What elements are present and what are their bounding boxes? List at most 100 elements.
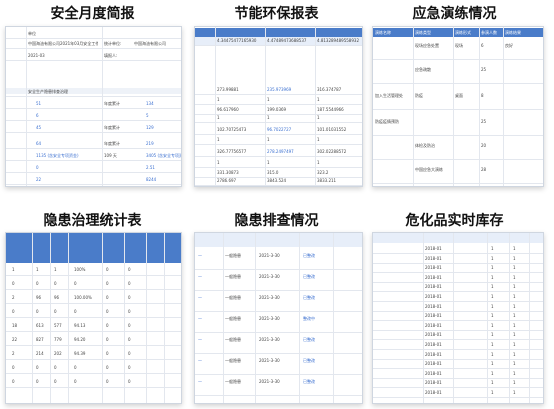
- stock-cell: 2018-01: [425, 322, 442, 328]
- stat-cell: 0: [128, 295, 131, 300]
- hazard-cell: 一般隐患: [225, 316, 241, 321]
- brief-value: 22: [36, 177, 42, 182]
- brief-label: 年度累计: [104, 141, 120, 146]
- stat-cell: 0: [128, 365, 131, 370]
- brief-value: 64: [36, 141, 42, 146]
- hazard-cell: 一般隐患: [225, 295, 241, 300]
- col-divider: [223, 233, 224, 403]
- row-divider: [6, 120, 181, 121]
- stat-cell: 0: [12, 365, 15, 370]
- stat-cell: 0: [74, 379, 77, 384]
- col-divider: [164, 233, 165, 403]
- stat-cell: 613: [36, 323, 44, 328]
- energy-value: 1: [267, 160, 270, 165]
- energy-value: 187.5544966: [317, 107, 344, 112]
- brief-value: 134: [146, 101, 154, 106]
- energy-value: 331.30873: [217, 170, 239, 175]
- stat-cell: 0: [128, 379, 131, 384]
- stock-cell: 2018-01: [425, 370, 442, 376]
- table-header: [195, 233, 362, 247]
- col-divider: [509, 233, 510, 403]
- stat-cell: 0: [36, 379, 39, 384]
- stat-cell: 1: [54, 267, 57, 272]
- drill-cell: 应急疏散: [415, 67, 431, 72]
- col-divider: [423, 233, 424, 403]
- energy-value: 4.34475477165930: [217, 38, 257, 43]
- col-divider: [215, 27, 216, 186]
- energy-value: 4.813289489558932: [317, 38, 359, 43]
- stat-cell: 18: [12, 323, 18, 328]
- hazard-cell: 2021-3-30: [259, 337, 280, 342]
- hazard-cell: 2021-3-30: [259, 274, 280, 279]
- stat-cell: 0: [128, 351, 131, 356]
- row-divider: [195, 156, 362, 157]
- drill-cell: 体检及防治: [415, 143, 435, 148]
- stat-cell: 96: [36, 295, 42, 300]
- stock-cell: 2018-01: [425, 274, 442, 280]
- energy-value: 96.7022727: [267, 127, 292, 132]
- col-divider: [299, 233, 300, 403]
- stock-cell: 2018-01: [425, 294, 442, 299]
- panel-chemical-stock[interactable]: 2018-01 1 1 2018-01 1 1 2018-01 1 1 2018-01 1 1 2018…: [372, 232, 544, 404]
- stock-cell: 2018-01: [425, 380, 442, 386]
- stat-cell: 0: [54, 309, 57, 314]
- panel-energy-report[interactable]: 4.34475477165930 4.47489473688537 4.813289…: [194, 26, 363, 187]
- drill-cell: 中国应急大演练: [415, 167, 443, 172]
- stat-cell: 779: [54, 337, 62, 342]
- row-divider: [195, 122, 362, 123]
- row-divider: [373, 83, 543, 84]
- energy-value: 278.2497497: [267, 149, 294, 154]
- drill-cell: 25: [481, 67, 487, 72]
- panel-title-chemical-stock: 危化品实时库存: [405, 213, 504, 229]
- row-divider: [373, 281, 543, 283]
- stat-cell: 0: [54, 281, 57, 286]
- brief-value: 8244: [146, 177, 157, 182]
- stat-cell: 0: [128, 337, 131, 342]
- row-divider: [6, 184, 181, 185]
- brief-value: 45: [36, 125, 42, 130]
- safety-brief-sheet: 单位中国海油有限公司2021年03月安全工作简报统计单位:中国海油有限公司202…: [6, 27, 181, 186]
- panel-hazard-stats[interactable]: 1 1 1 100% 0 0 0 0 0 0 0 0 2 96 96 100.00% 0 0 0 0 0 0 0 0 18 613…: [5, 232, 182, 404]
- row-divider: [195, 185, 362, 186]
- col-divider: [529, 233, 530, 403]
- stock-cell: 2018-01: [425, 284, 442, 290]
- stat-cell: 214: [36, 351, 44, 356]
- row-divider: [195, 290, 362, 291]
- row-divider: [373, 301, 543, 302]
- brief-value: 3405 (含安全专项资金): [146, 153, 181, 158]
- stock-cell: 2018-01: [425, 390, 442, 395]
- col-divider: [333, 233, 334, 403]
- hazard-link: —: [198, 274, 202, 279]
- energy-value: 1: [317, 97, 320, 102]
- stock-cell: 2018-01: [425, 255, 442, 261]
- stat-cell: 577: [54, 323, 62, 328]
- stat-cell: 0: [74, 309, 77, 314]
- table-header: [195, 28, 362, 37]
- stat-cell: 0: [74, 281, 77, 286]
- stock-cell: 2018-01: [425, 246, 442, 251]
- hazard-cell: 2021-3-30: [259, 295, 280, 300]
- col-divider: [146, 233, 147, 403]
- brief-value: 安全生产隐患排查治理: [28, 89, 68, 94]
- column-header: 演练类型: [415, 30, 431, 35]
- panel-hazard-check[interactable]: 一般隐患 2021-3-30 已整改 — 一般隐患 2021-3-30 已整改 — 一般隐患 20…: [194, 232, 363, 404]
- energy-value: 199.0369: [267, 107, 287, 112]
- stat-cell: 94.20: [74, 337, 86, 342]
- brief-value: 0: [36, 165, 39, 170]
- drill-cell: 25: [481, 119, 487, 124]
- drill-cell: 防疫: [415, 93, 423, 98]
- row-divider: [373, 262, 543, 264]
- row-divider: [6, 172, 181, 173]
- drill-cell: 良好: [505, 43, 513, 48]
- panel-title-hazard-stats: 隐患治理统计表: [43, 213, 142, 229]
- drill-cell: 20: [481, 143, 487, 148]
- energy-value: 302.02288572: [317, 149, 347, 154]
- stat-cell: 1: [36, 267, 39, 272]
- col-divider: [26, 27, 27, 186]
- stock-cell: 2018-01: [425, 332, 442, 338]
- stat-cell: 0: [106, 295, 109, 300]
- panel-safety-brief[interactable]: 单位中国海油有限公司2021年03月安全工作简报统计单位:中国海油有限公司202…: [5, 26, 182, 187]
- row-divider: [195, 311, 362, 312]
- panel-emergency-drill[interactable]: 演练名称 演练类型 演练形式 参演人数 演练结果 现场应急处置 现场 6 良好 应急疏散 25 加入生…: [372, 26, 544, 187]
- row-divider: [373, 377, 543, 379]
